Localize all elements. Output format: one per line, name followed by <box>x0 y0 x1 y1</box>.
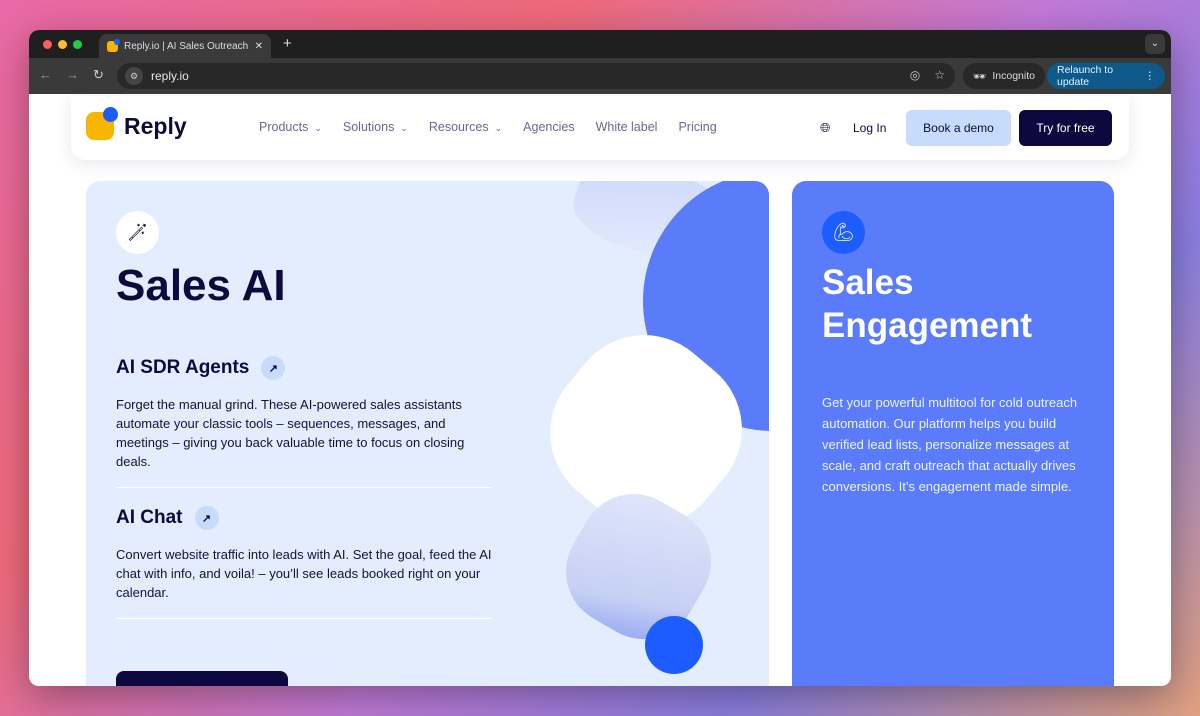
logo-text: Reply <box>124 112 187 139</box>
try-free-button[interactable]: Try for free <box>1019 110 1112 146</box>
sales-ai-cta-button[interactable] <box>116 671 288 686</box>
section-title: Sales AI <box>116 261 286 310</box>
nav-agencies[interactable]: Agencies <box>523 120 574 134</box>
logo-mark-icon <box>86 107 118 140</box>
bookmark-star-icon[interactable]: ☆ <box>934 68 945 82</box>
divider <box>116 487 492 488</box>
browser-toolbar: ← → ↻ ⚙ reply.io ◎ ☆ 🕶 Incognito Relaunch … <box>29 58 1171 94</box>
site-settings-icon[interactable]: ⚙ <box>125 67 143 85</box>
feature-title[interactable]: AI Chat <box>116 507 183 529</box>
url-text[interactable]: reply.io <box>151 69 189 83</box>
feature-description: Convert website traffic into leads with … <box>116 547 492 600</box>
address-bar[interactable]: ⚙ reply.io ◎ ☆ <box>117 63 955 89</box>
incognito-badge[interactable]: 🕶 Incognito <box>963 63 1045 89</box>
eye-off-icon[interactable]: ◎ <box>910 68 920 82</box>
section-description: Get your powerful multitool for cold out… <box>822 395 1078 494</box>
book-demo-button[interactable]: Book a demo <box>906 110 1011 146</box>
nav-pricing[interactable]: Pricing <box>678 120 716 134</box>
new-tab-icon[interactable]: + <box>283 35 292 52</box>
decorative-dot <box>645 616 703 674</box>
sales-ai-card: 🪄︎ Sales AI AI SDR Agents ↗ Forget the ma… <box>86 181 769 686</box>
chevron-down-icon: ⌄ <box>494 123 503 133</box>
globe-icon[interactable]: 🌐︎ <box>820 120 830 136</box>
tab-title: Reply.io | AI Sales Outreach & <box>124 40 249 52</box>
maximize-window-button[interactable] <box>73 40 82 49</box>
back-icon[interactable]: ← <box>39 67 52 82</box>
nav-resources[interactable]: Resources ⌄ <box>429 120 502 134</box>
site-header: Reply Products ⌄ Solutions ⌄ Resources ⌄ Ag… <box>71 96 1129 160</box>
browser-window: Reply.io | AI Sales Outreach & ✕ + ⌄ ← →… <box>29 30 1171 686</box>
favicon-icon <box>107 38 120 52</box>
feature-title[interactable]: AI SDR Agents <box>116 357 249 379</box>
chevron-down-icon: ⌄ <box>314 123 322 133</box>
minimize-window-button[interactable] <box>58 40 67 49</box>
page: Reply Products ⌄ Solutions ⌄ Resources ⌄ Ag… <box>29 94 1171 686</box>
nav-solutions[interactable]: Solutions ⌄ <box>343 120 408 134</box>
login-link[interactable]: Log In <box>853 121 886 135</box>
reload-icon[interactable]: ↻ <box>93 67 104 83</box>
forward-icon[interactable]: → <box>66 67 79 82</box>
main-menu: Products ⌄ Solutions ⌄ Resources ⌄ Agencies… <box>259 120 717 134</box>
feature-ai-sdr-agents: AI SDR Agents ↗ Forget the manual grind. … <box>116 356 492 488</box>
nav-white-label[interactable]: White label <box>596 120 658 134</box>
tab-search-icon[interactable]: ⌄ <box>1145 34 1165 54</box>
arrow-up-right-icon[interactable]: ↗ <box>261 356 286 380</box>
flexed-bicep-icon: 💪︎ <box>822 211 865 254</box>
chevron-down-icon: ⌄ <box>400 123 408 133</box>
incognito-icon: 🕶 <box>973 70 987 83</box>
feature-description: Forget the manual grind. These AI-powere… <box>116 397 465 469</box>
relaunch-label: Relaunch to update <box>1057 64 1114 88</box>
incognito-label: Incognito <box>992 70 1035 82</box>
close-window-button[interactable] <box>43 40 52 49</box>
divider <box>116 618 492 619</box>
feature-ai-chat: AI Chat ↗ Convert website traffic into le… <box>116 506 492 619</box>
close-tab-icon[interactable]: ✕ <box>255 41 263 52</box>
more-menu-icon[interactable]: ⋮ <box>1145 70 1156 82</box>
sales-engagement-card: 💪︎ Sales Engagement Get your powerful mul… <box>792 181 1114 686</box>
nav-products[interactable]: Products ⌄ <box>259 120 322 134</box>
tab-bar: Reply.io | AI Sales Outreach & ✕ + ⌄ <box>29 30 1171 58</box>
arrow-up-right-icon[interactable]: ↗ <box>194 506 219 530</box>
logo[interactable]: Reply <box>86 107 187 140</box>
section-title: Sales Engagement <box>822 263 1033 345</box>
browser-tab[interactable]: Reply.io | AI Sales Outreach & ✕ <box>99 34 271 58</box>
relaunch-button[interactable]: Relaunch to update ⋮ <box>1047 63 1165 89</box>
magic-wand-icon: 🪄︎ <box>116 211 159 254</box>
